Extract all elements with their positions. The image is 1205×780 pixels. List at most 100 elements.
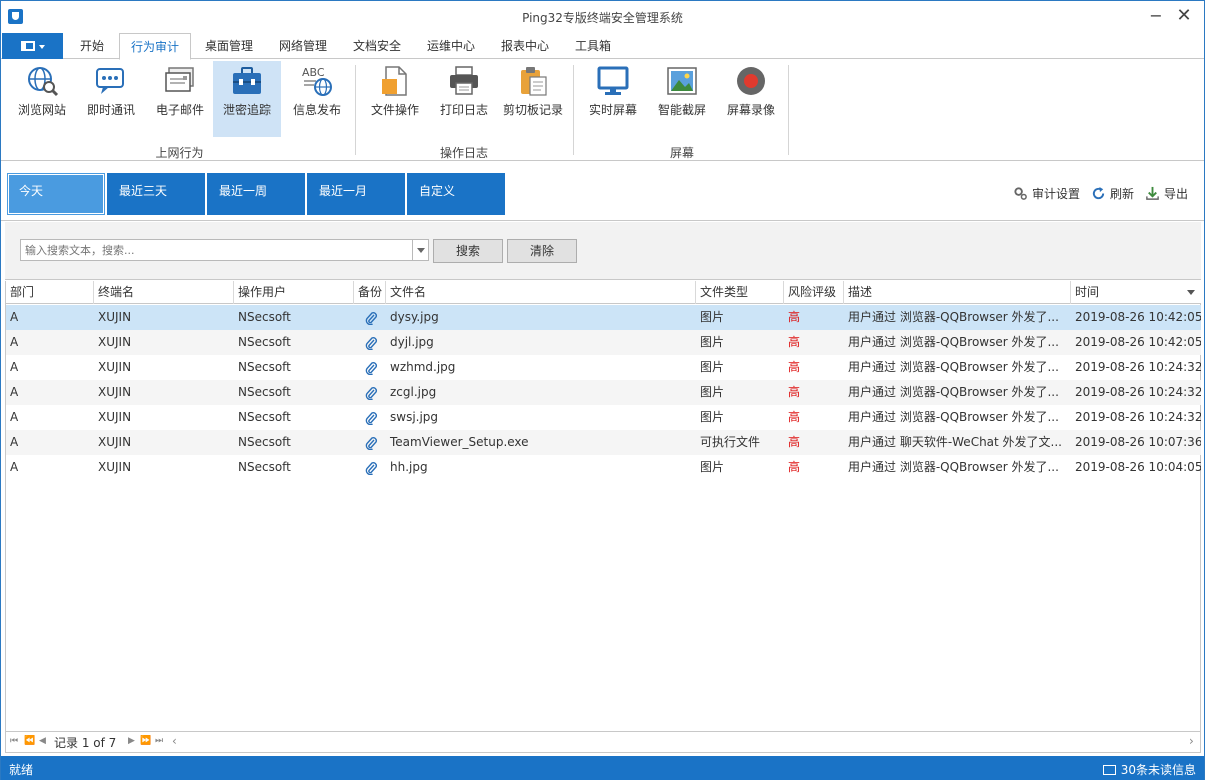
next-page-button[interactable]: ⏩ [140, 736, 151, 746]
cell-risk: 高 [788, 385, 801, 399]
search-input[interactable] [20, 239, 413, 261]
export-button[interactable]: 导出 [1145, 185, 1188, 202]
cell-user: NSecsoft [238, 335, 291, 349]
column-header-department[interactable]: 部门 [6, 281, 94, 304]
column-header-terminal[interactable]: 终端名 [94, 281, 234, 304]
first-page-button[interactable]: ⏮ [10, 736, 18, 746]
cell-description: 用户通过 聊天软件-WeChat 外发了文... [848, 435, 1062, 449]
browse-website-button[interactable]: 浏览网站 [9, 61, 75, 137]
print-log-button[interactable]: 打印日志 [430, 61, 498, 137]
cell-filetype: 图片 [700, 310, 725, 324]
export-label: 导出 [1164, 187, 1189, 201]
attachment-icon[interactable] [364, 436, 378, 450]
date-tab-custom[interactable]: 自定义 [407, 173, 505, 215]
previous-page-button[interactable]: ⏪ [24, 736, 35, 746]
tab-behavior-audit[interactable]: 行为审计 [119, 33, 191, 60]
instant-messaging-label: 即时通讯 [86, 103, 135, 117]
close-button[interactable]: ✕ [1171, 5, 1197, 27]
attachment-icon[interactable] [364, 311, 378, 325]
cell-filename: TeamViewer_Setup.exe [390, 435, 529, 449]
info-publish-button[interactable]: ABC 信息发布 [284, 61, 350, 137]
cell-department: A [10, 335, 19, 349]
date-tab-last-month[interactable]: 最近一月 [307, 173, 405, 215]
scroll-left-button[interactable]: ‹ [172, 734, 177, 748]
tab-toolbox[interactable]: 工具箱 [565, 33, 621, 60]
cell-user: NSecsoft [238, 360, 291, 374]
app-menu-button[interactable] [2, 33, 63, 59]
cell-user: NSecsoft [238, 410, 291, 424]
file-operation-button[interactable]: 文件操作 [361, 61, 429, 137]
next-record-button[interactable]: ▶ [128, 736, 135, 746]
cell-department: A [10, 460, 19, 474]
tab-start[interactable]: 开始 [69, 33, 115, 60]
column-header-filetype[interactable]: 文件类型 [696, 281, 784, 304]
globe-search-icon [28, 67, 59, 97]
date-tab-today[interactable]: 今天 [7, 173, 105, 215]
email-button[interactable]: 电子邮件 [147, 61, 213, 137]
table-row[interactable]: A XUJIN NSecsoft TeamViewer_Setup.exe 可执行文件 高… [6, 430, 1201, 455]
column-header-user[interactable]: 操作用户 [234, 281, 354, 304]
cell-filetype: 图片 [700, 460, 725, 474]
clipboard-log-button[interactable]: 屏幕 剪切板记录 [499, 61, 567, 137]
table-row[interactable]: A XUJIN NSecsoft dysy.jpg 图片 高 用户通过 浏览器-QQBrow… [6, 305, 1201, 330]
column-header-time[interactable]: 时间 [1071, 281, 1201, 304]
file-operation-label: 文件操作 [370, 103, 419, 117]
realtime-screen-label: 实时屏幕 [588, 103, 637, 117]
tab-document-security[interactable]: 文档安全 [343, 33, 411, 60]
refresh-button[interactable]: 刷新 [1091, 185, 1134, 202]
table-row[interactable]: A XUJIN NSecsoft dyjl.jpg 图片 高 用户通过 浏览器-QQBrow… [6, 330, 1201, 355]
column-header-description[interactable]: 描述 [844, 281, 1071, 304]
column-header-backup[interactable]: 备份 [354, 281, 386, 304]
tab-network-management[interactable]: 网络管理 [269, 33, 337, 60]
clear-button[interactable]: 清除 [507, 239, 577, 263]
message-icon [1102, 765, 1116, 775]
table-row[interactable]: A XUJIN NSecsoft hh.jpg 图片 高 用户通过 浏览器-QQBrowse… [6, 455, 1201, 480]
minimize-button[interactable]: − [1143, 5, 1169, 27]
cell-filename: swsj.jpg [390, 410, 439, 424]
column-header-risk[interactable]: 风险评级 [784, 281, 844, 304]
cell-risk: 高 [788, 310, 801, 324]
previous-record-button[interactable]: ◀ [39, 736, 46, 746]
attachment-icon[interactable] [364, 461, 378, 475]
cell-department: A [10, 360, 19, 374]
instant-messaging-button[interactable]: 即时通讯 [78, 61, 144, 137]
briefcase-icon [233, 67, 261, 94]
screen-recording-button[interactable]: 屏幕录像 [717, 61, 785, 137]
group-label-internet: 上网行为 [155, 146, 204, 160]
tab-desktop-management[interactable]: 桌面管理 [195, 33, 263, 60]
realtime-screen-button[interactable]: 实时屏幕 [579, 61, 647, 137]
leak-tracking-label: 泄密追踪 [222, 103, 271, 117]
group-divider [355, 65, 356, 155]
unread-messages[interactable]: 30条未读信息 [1102, 761, 1196, 778]
tab-report-center[interactable]: 报表中心 [491, 33, 559, 60]
date-tab-last-3-days[interactable]: 最近三天 [107, 173, 205, 215]
search-button[interactable]: 搜索 [433, 239, 503, 263]
column-header-filename[interactable]: 文件名 [386, 281, 696, 304]
chat-icon [96, 68, 124, 94]
audit-settings-button[interactable]: 审计设置 [1013, 185, 1080, 202]
cell-time: 2019-08-26 10:24:32 [1075, 410, 1201, 424]
table-row[interactable]: A XUJIN NSecsoft swsj.jpg 图片 高 用户通过 浏览器-QQBrow… [6, 405, 1201, 430]
audit-grid: 部门 终端名 操作用户 备份 文件名 文件类型 风险评级 描述 时间 A XUJI… [5, 281, 1201, 731]
cell-terminal: XUJIN [98, 335, 132, 349]
attachment-icon[interactable] [364, 361, 378, 375]
cell-department: A [10, 410, 19, 424]
cell-description: 用户通过 浏览器-QQBrowser 外发了... [848, 360, 1059, 374]
scroll-right-button[interactable]: › [1189, 734, 1194, 748]
table-row[interactable]: A XUJIN NSecsoft zcgl.jpg 图片 高 用户通过 浏览器-QQBrow… [6, 380, 1201, 405]
cell-description: 用户通过 浏览器-QQBrowser 外发了... [848, 385, 1059, 399]
cell-terminal: XUJIN [98, 410, 132, 424]
tab-ops-center[interactable]: 运维中心 [417, 33, 485, 60]
cell-risk: 高 [788, 335, 801, 349]
date-tab-last-week[interactable]: 最近一周 [207, 173, 305, 215]
last-page-button[interactable]: ⏭ [155, 736, 163, 746]
table-row[interactable]: A XUJIN NSecsoft wzhmd.jpg 图片 高 用户通过 浏览器-QQBro… [6, 355, 1201, 380]
cell-user: NSecsoft [238, 310, 291, 324]
cell-description: 用户通过 浏览器-QQBrowser 外发了... [848, 410, 1059, 424]
search-dropdown-button[interactable] [412, 239, 429, 261]
attachment-icon[interactable] [364, 336, 378, 350]
leak-tracking-button[interactable]: 泄密追踪 [213, 61, 281, 137]
attachment-icon[interactable] [364, 386, 378, 400]
smart-screenshot-button[interactable]: 智能截屏 [648, 61, 716, 137]
attachment-icon[interactable] [364, 411, 378, 425]
